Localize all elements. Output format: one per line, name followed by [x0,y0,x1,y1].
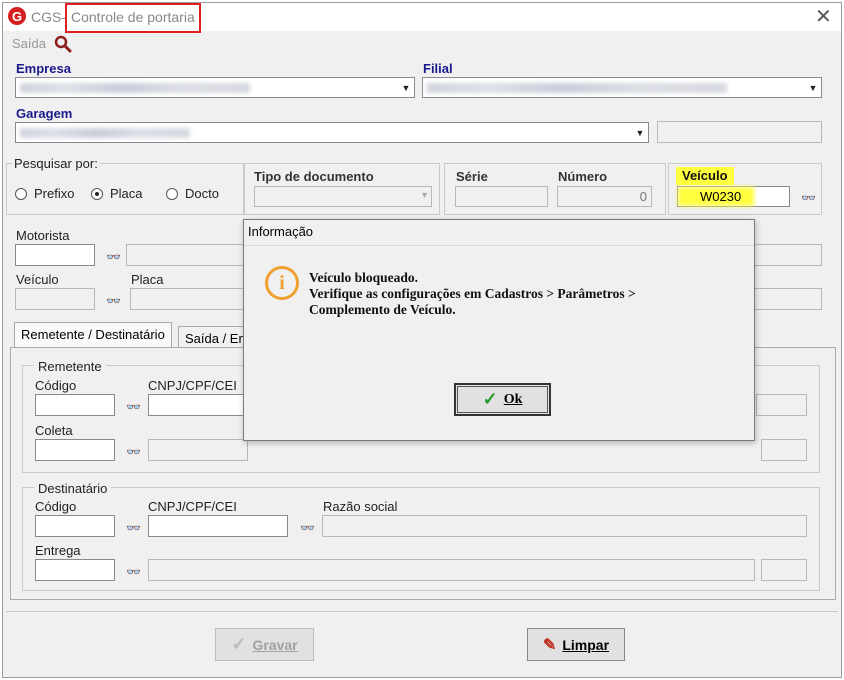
garagem-extra-field [657,121,822,143]
remetente-codigo-input[interactable] [35,394,115,416]
app-logo-icon: G [8,7,26,25]
garagem-select[interactable]: ▼ [15,122,649,143]
remetente-coleta-input[interactable] [35,439,115,461]
filial-label: Filial [423,61,453,76]
eraser-icon: ✎ [542,636,557,654]
placa-field [130,288,246,310]
veiculo-input-value: W0230 [700,189,742,204]
binoculars-icon[interactable]: 👓 [126,400,141,414]
veiculo-code-field [15,288,95,310]
destinatario-legend: Destinatário [34,481,112,496]
dialog-message-line1: Veículo bloqueado. [309,270,419,285]
search-legend: Pesquisar por: [12,156,100,171]
veiculo-input[interactable]: W0230 [677,186,790,207]
radio-placa[interactable] [91,188,103,200]
info-dialog: Informação i Veículo bloqueado. Verifiqu… [243,219,755,441]
empresa-label: Empresa [16,61,71,76]
menu-saida[interactable]: Saída [12,36,46,51]
binoculars-icon[interactable]: 👓 [106,294,121,308]
radio-placa-label[interactable]: Placa [110,186,143,201]
binoculars-icon[interactable]: 👓 [126,521,141,535]
remetente-coleta-label: Coleta [35,423,73,438]
window-app-name: CGS [31,9,62,25]
destinatario-razao-field [322,515,807,537]
empresa-redacted-value [20,83,250,93]
destinatario-entrega-desc-field [148,559,755,581]
destinatario-entrega-extra-field [761,559,807,581]
dialog-title: Informação [244,220,754,246]
garagem-label: Garagem [16,106,73,121]
destinatario-codigo-input[interactable] [35,515,115,537]
tipo-documento-label: Tipo de documento [254,169,374,184]
chevron-down-icon[interactable]: ▼ [398,78,414,97]
destinatario-cnpj-input[interactable] [148,515,288,537]
ok-button[interactable]: ✓ Ok [454,383,551,416]
tab-saida-entrada[interactable]: Saída / En [178,326,248,348]
gravar-button[interactable]: ✓ Gravar [215,628,314,661]
close-icon[interactable]: ✕ [815,7,832,27]
binoculars-icon[interactable]: 👓 [126,565,141,579]
filial-select[interactable]: ▼ [422,77,822,98]
binoculars-icon[interactable]: 👓 [801,191,816,205]
destinatario-cnpj-label: CNPJ/CPF/CEI [148,499,237,514]
numero-field: 0 [557,186,652,207]
tipo-documento-select[interactable]: ▼ [254,186,432,207]
remetente-cnpj-label: CNPJ/CPF/CEI [148,378,237,393]
chevron-down-icon[interactable]: ▼ [805,78,821,97]
chevron-down-icon[interactable]: ▼ [420,190,429,200]
dialog-message-line2: Verifique as configurações em Cadastros … [309,286,636,301]
search-icon[interactable] [54,35,72,53]
remetente-cnpj-input[interactable] [148,394,248,416]
binoculars-icon[interactable]: 👓 [300,521,315,535]
motorista-extra-field [754,244,822,266]
radio-docto-label[interactable]: Docto [185,186,219,201]
garagem-redacted-value [20,128,190,138]
dialog-body: i Veículo bloqueado. Verifique as config… [244,246,754,440]
ok-label: Ok [503,391,523,407]
motorista-name-field [126,244,246,266]
remetente-codigo-label: Código [35,378,77,393]
radio-prefixo[interactable] [15,188,27,200]
binoculars-icon[interactable]: 👓 [106,250,121,264]
serie-field [455,186,548,207]
tab-remetente-destinatario[interactable]: Remetente / Destinatário [14,322,172,348]
binoculars-icon[interactable]: 👓 [126,445,141,459]
limpar-button[interactable]: ✎ Limpar [527,628,625,661]
destinatario-razao-label: Razão social [323,499,398,514]
destinatario-entrega-input[interactable] [35,559,115,581]
destinatario-entrega-label: Entrega [35,543,81,558]
destinatario-codigo-label: Código [35,499,77,514]
remetente-coleta-extra-field [761,439,807,461]
numero-label: Número [558,169,608,184]
radio-docto[interactable] [166,188,178,200]
radio-prefixo-label[interactable]: Prefixo [34,186,74,201]
info-icon: i [265,266,299,300]
placa-label: Placa [131,272,164,287]
motorista-code-input[interactable] [15,244,95,266]
window-title: Controle de portaria [71,9,195,25]
serie-label: Série [456,169,488,184]
limpar-label: Limpar [562,636,610,653]
veiculo-label: Veículo [676,167,734,185]
dialog-message-line3: Complemento de Veículo. [309,302,456,317]
gravar-label: Gravar [252,636,298,653]
veiculo-motorista-label: Veículo [16,272,59,287]
filial-redacted-value [427,83,727,93]
check-icon: ✓ [231,634,247,654]
empresa-select[interactable]: ▼ [15,77,415,98]
check-icon: ✓ [482,389,498,409]
chevron-down-icon[interactable]: ▼ [632,123,648,142]
remetente-razao-field [756,394,807,416]
footer-divider [6,611,838,612]
remetente-legend: Remetente [34,359,106,374]
motorista-label: Motorista [16,228,70,243]
veiculo-extra-field [754,288,822,310]
remetente-coleta-desc-field [148,439,248,461]
